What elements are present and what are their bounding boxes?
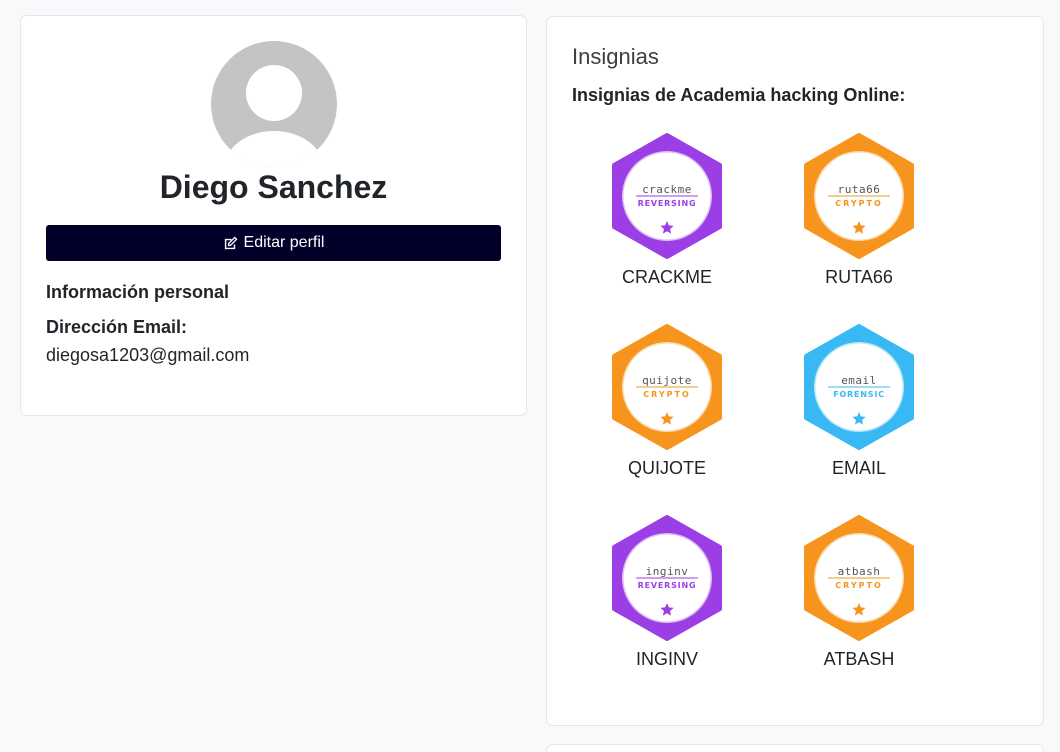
badge-label: ATBASH (823, 649, 895, 669)
badges-subtitle: Insignias de Academia hacking Online: (572, 85, 906, 105)
badges-title: Insignias (572, 44, 659, 69)
badge-label: QUIJOTE (627, 458, 706, 478)
badge-ruta66[interactable]: ruta66 CRYPTO RUTA66 (779, 133, 939, 303)
email-label: Dirección Email: (46, 317, 188, 337)
edit-profile-button[interactable]: Editar perfil (46, 225, 501, 261)
badge-emblem-icon: email FORENSIC (804, 324, 914, 450)
badge-quijote[interactable]: quijote CRYPTO QUIJOTE (587, 324, 747, 494)
badge-inginv[interactable]: inginv REVERSING INGINV (587, 515, 747, 685)
badge-category-text: REVERSING (638, 199, 697, 208)
badge-email[interactable]: email FORENSIC EMAIL (779, 324, 939, 494)
badge-emblem-text: quijote (642, 374, 692, 387)
badge-emblem-icon: ruta66 CRYPTO (804, 133, 914, 259)
edit-icon (224, 235, 238, 249)
badge-emblem-icon: quijote CRYPTO (612, 324, 722, 450)
badge-category-text: CRYPTO (643, 390, 691, 399)
badge-emblem-text: crackme (642, 183, 692, 196)
badge-emblem-text: inginv (646, 565, 689, 578)
badge-emblem-text: atbash (838, 565, 881, 578)
badge-emblem-icon: crackme REVERSING (612, 133, 722, 259)
badge-atbash[interactable]: atbash CRYPTO ATBASH (779, 515, 939, 685)
edit-profile-label: Editar perfil (243, 234, 325, 251)
badge-category-text: FORENSIC (833, 390, 885, 399)
badge-emblem-text: email (841, 374, 877, 387)
badge-emblem-text: ruta66 (838, 183, 881, 196)
badges-card: Insignias Insignias de Academia hacking … (546, 16, 1044, 726)
avatar (211, 41, 337, 167)
personal-info-heading: Información personal (46, 282, 230, 302)
badge-category-text: CRYPTO (835, 199, 883, 208)
badge-category-text: REVERSING (638, 581, 697, 590)
badge-label: INGINV (635, 649, 698, 669)
badge-category-text: CRYPTO (835, 581, 883, 590)
badge-emblem-icon: atbash CRYPTO (804, 515, 914, 641)
email-value: diegosa1203@gmail.com (46, 345, 250, 365)
badge-emblem-icon: inginv REVERSING (612, 515, 722, 641)
badge-label: CRACKME (621, 267, 712, 287)
profile-card: Diego Sanchez Editar perfil Información … (20, 15, 527, 416)
badge-crackme[interactable]: crackme REVERSING CRACKME (587, 133, 747, 303)
badge-label: RUTA66 (825, 267, 893, 287)
profile-name: Diego Sanchez (159, 169, 388, 205)
badge-label: EMAIL (831, 458, 887, 478)
next-card (546, 744, 1044, 752)
